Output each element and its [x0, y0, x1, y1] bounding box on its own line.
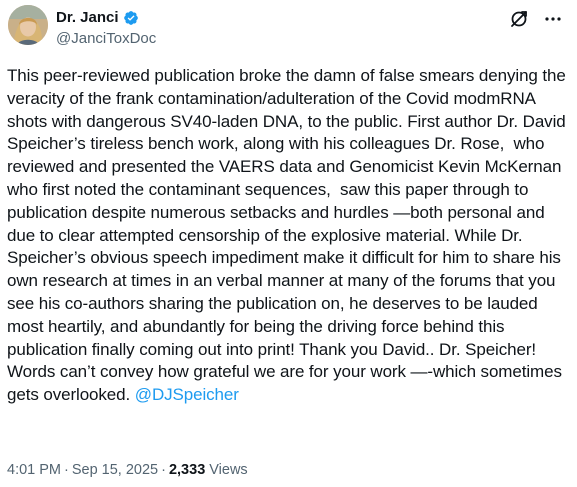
views-label: Views [209, 462, 248, 478]
author-handle[interactable]: @JanciToxDoc [56, 29, 156, 49]
verified-badge-icon [123, 10, 139, 26]
views-count: 2,333 [168, 462, 206, 478]
post-body: This peer-reviewed publication broke the… [7, 66, 571, 405]
mention-link[interactable]: @DJSpeicher [135, 385, 239, 404]
grok-icon[interactable] [509, 9, 529, 29]
tweet-card: Dr. Janci @JanciToxDoc This peer-reviewe… [0, 0, 577, 487]
meta-separator: · [64, 462, 69, 478]
top-actions [509, 9, 563, 29]
display-name[interactable]: Dr. Janci [56, 8, 119, 28]
avatar[interactable] [8, 5, 48, 45]
post-time[interactable]: 4:01 PM [7, 462, 61, 478]
post-text: This peer-reviewed publication broke the… [7, 65, 569, 407]
avatar-image [8, 5, 48, 45]
name-row: Dr. Janci [56, 8, 156, 28]
post-date[interactable]: Sep 15, 2025 [72, 462, 158, 478]
post-meta: 4:01 PM · Sep 15, 2025 · 2,333 Views [7, 462, 248, 478]
author-block: Dr. Janci @JanciToxDoc [56, 8, 156, 49]
more-icon[interactable] [543, 9, 563, 29]
meta-separator-2: · [161, 462, 166, 478]
